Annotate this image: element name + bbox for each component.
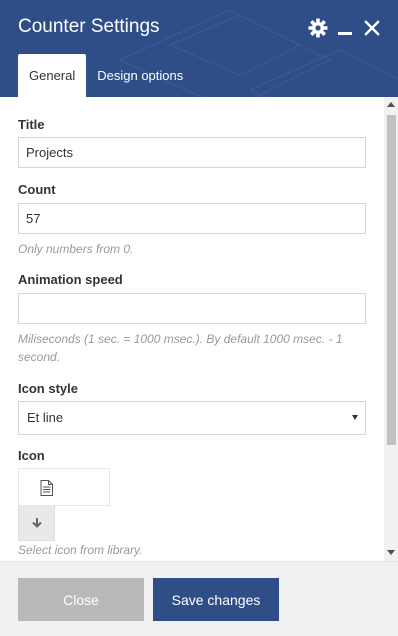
count-input[interactable] — [18, 203, 366, 234]
save-changes-button[interactable]: Save changes — [153, 578, 279, 621]
dropdown-caret-icon — [352, 415, 358, 420]
icon-style-value: Et line — [27, 410, 64, 425]
counter-settings-modal: Counter Settings General Design options … — [0, 0, 398, 636]
scroll-up-icon[interactable] — [387, 102, 395, 107]
icon-library-button[interactable] — [18, 505, 55, 541]
modal-header: Counter Settings General Design options — [0, 0, 398, 97]
animation-speed-label: Animation speed — [18, 272, 123, 287]
count-help-text: Only numbers from 0. — [18, 242, 134, 256]
tab-design-options[interactable]: Design options — [86, 54, 194, 97]
modal-footer: Close Save changes — [0, 561, 398, 636]
tab-general[interactable]: General — [18, 54, 87, 97]
animation-speed-input[interactable] — [18, 293, 366, 324]
title-input[interactable] — [18, 137, 366, 168]
close-button[interactable]: Close — [18, 578, 144, 621]
modal-body: Title Count Only numbers from 0. Animati… — [0, 97, 398, 561]
icon-style-select[interactable]: Et line — [18, 401, 366, 435]
scrollbar-thumb[interactable] — [387, 115, 396, 445]
count-label: Count — [18, 182, 56, 197]
gear-icon[interactable] — [307, 17, 329, 39]
icon-help-text: Select icon from library. — [18, 543, 143, 557]
selected-icon-preview — [18, 468, 110, 506]
vertical-scrollbar[interactable] — [384, 97, 398, 561]
animation-speed-help-text: Miliseconds (1 sec. = 1000 msec.). By de… — [18, 332, 343, 364]
arrow-down-icon — [31, 517, 42, 528]
close-icon[interactable] — [361, 17, 383, 39]
title-label: Title — [18, 117, 45, 132]
document-icon — [40, 480, 53, 496]
scroll-down-icon[interactable] — [387, 550, 395, 555]
modal-title: Counter Settings — [18, 16, 160, 37]
icon-style-label: Icon style — [18, 381, 78, 396]
tab-bar: General Design options — [18, 54, 194, 97]
minimize-icon[interactable] — [334, 17, 356, 39]
icon-label: Icon — [18, 448, 45, 463]
